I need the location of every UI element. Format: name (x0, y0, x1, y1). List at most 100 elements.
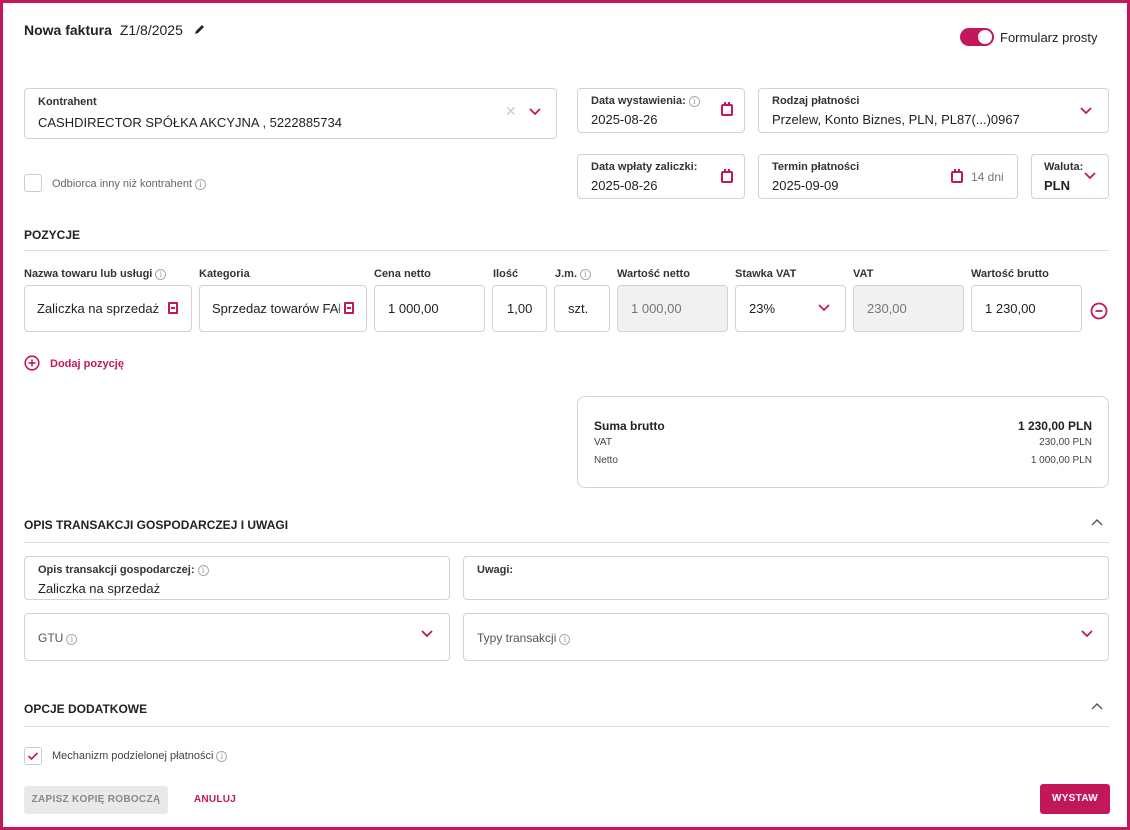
remove-position-icon[interactable] (1090, 302, 1108, 320)
payment-type-label: Rodzaj płatności (772, 95, 860, 107)
contractor-label: Kontrahent (38, 96, 97, 108)
advance-date-value: 2025-08-26 (591, 178, 658, 193)
advance-date-label: Data wpłaty zaliczki: (591, 161, 698, 173)
col-category-header: Kategoria (199, 268, 250, 280)
info-icon[interactable]: i (197, 565, 209, 576)
item-name-value: Zaliczka na sprzedaż (37, 301, 160, 316)
cancel-button[interactable]: ANULUJ (185, 786, 245, 814)
save-draft-button[interactable]: ZAPISZ KOPIĘ ROBOCZĄ (24, 786, 168, 814)
check-icon (27, 752, 39, 761)
toggle-knob (978, 30, 992, 44)
chevron-down-icon[interactable] (1080, 629, 1094, 639)
summary-net-label: Netto (594, 455, 618, 466)
chevron-down-icon[interactable] (817, 303, 831, 313)
recipient-checkbox-label: Odbiorca inny niż kontrahent i (52, 178, 207, 190)
calendar-icon[interactable] (721, 102, 733, 116)
plus-circle-icon (24, 355, 40, 371)
transaction-types-label: Typy transakcji i (477, 631, 571, 645)
summary-gross-label: Suma brutto (594, 419, 665, 433)
summary-vat-value: 230,00 PLN (1039, 437, 1092, 448)
item-unit-value: szt. (568, 301, 589, 316)
chevron-down-icon[interactable] (1083, 171, 1097, 181)
chevron-down-icon[interactable] (1079, 106, 1093, 116)
transaction-types-select[interactable]: Typy transakcji i (463, 613, 1109, 661)
divider (24, 726, 1109, 727)
info-icon[interactable]: i (195, 179, 207, 190)
col-unit-header: J.m. i (555, 268, 592, 280)
page-title: Nowa faktura Z1/8/2025 (24, 22, 183, 38)
item-unit-input[interactable]: szt. (554, 285, 610, 332)
info-icon[interactable]: i (66, 634, 78, 645)
item-quantity-value: 1,00 (507, 301, 533, 316)
title-text: Nowa faktura (24, 22, 112, 38)
issue-date-field[interactable]: Data wystawienia: i 2025-08-26 (577, 88, 745, 133)
issue-date-value: 2025-08-26 (591, 112, 658, 127)
item-quantity-input[interactable]: 1,00 (492, 285, 547, 332)
chevron-up-icon[interactable] (1090, 517, 1104, 527)
item-category-input[interactable]: Sprzedaz towarów FAł (199, 285, 367, 332)
summary-net-value: 1 000,00 PLN (1030, 455, 1092, 466)
recipient-checkbox[interactable] (24, 174, 42, 192)
issue-date-label: Data wystawienia: i (591, 95, 700, 107)
item-net-value: 1 000,00 (631, 301, 682, 316)
chevron-down-icon[interactable] (420, 629, 434, 639)
item-category-value: Sprzedaz towarów FAł (212, 301, 340, 316)
payment-type-value: Przelew, Konto Biznes, PLN, PL87(...)096… (772, 112, 1020, 127)
item-net-price-value: 1 000,00 (388, 301, 439, 316)
clear-icon[interactable]: ✕ (505, 103, 517, 120)
chevron-down-icon[interactable] (528, 107, 542, 117)
calendar-icon[interactable] (721, 169, 733, 183)
divider (24, 250, 1109, 251)
info-icon[interactable]: i (155, 269, 167, 280)
gtu-select[interactable]: GTU i (24, 613, 450, 661)
payment-type-select[interactable]: Rodzaj płatności Przelew, Konto Biznes, … (758, 88, 1109, 133)
pencil-icon[interactable] (193, 23, 206, 36)
notes-input[interactable]: Uwagi: (463, 556, 1109, 600)
summary-gross-value: 1 230,00 PLN (1017, 419, 1092, 433)
split-payment-checkbox[interactable] (24, 747, 42, 765)
item-net-price-input[interactable]: 1 000,00 (374, 285, 485, 332)
currency-select[interactable]: Waluta: PLN (1031, 154, 1109, 199)
item-name-input[interactable]: Zaliczka na sprzedaż (24, 285, 192, 332)
summary-box: Suma brutto 1 230,00 PLN VAT 230,00 PLN … (577, 396, 1109, 488)
col-gross-value-header: Wartość brutto (971, 268, 1049, 280)
catalog-icon[interactable] (168, 302, 178, 314)
gtu-label: GTU i (38, 631, 78, 645)
catalog-icon[interactable] (344, 302, 354, 314)
payment-term-field[interactable]: Termin płatności 2025-09-09 14 dni (758, 154, 1018, 199)
invoice-number: Z1/8/2025 (119, 22, 183, 38)
col-vat-header: VAT (853, 268, 874, 280)
info-icon[interactable]: i (559, 634, 571, 645)
payment-term-value: 2025-09-09 (772, 178, 839, 193)
info-icon[interactable]: i (688, 96, 700, 107)
simple-form-label: Formularz prosty (1000, 30, 1098, 45)
item-vat-rate-select[interactable]: 23% (735, 285, 846, 332)
currency-value: PLN (1044, 178, 1070, 193)
item-net-value-field: 1 000,00 (617, 285, 728, 332)
col-quantity-header: Ilość (493, 268, 519, 280)
chevron-up-icon[interactable] (1090, 701, 1104, 711)
item-gross-value: 1 230,00 (985, 301, 1036, 316)
options-section-title: OPCJE DODATKOWE (24, 702, 148, 716)
add-position-label: Dodaj pozycję (50, 358, 124, 370)
contractor-value: CASHDIRECTOR SPÓŁKA AKCYJNA , 5222885734 (38, 115, 342, 130)
calendar-icon[interactable] (951, 169, 963, 183)
positions-section-title: POZYCJE (24, 228, 81, 242)
item-gross-value-input[interactable]: 1 230,00 (971, 285, 1082, 332)
issue-button[interactable]: WYSTAW (1040, 784, 1110, 814)
item-vat-rate-value: 23% (749, 301, 776, 316)
info-icon[interactable]: i (216, 751, 228, 762)
payment-term-label: Termin płatności (772, 161, 860, 173)
description-input[interactable]: Opis transakcji gospodarczej: i Zaliczka … (24, 556, 450, 600)
description-section-title: OPIS TRANSAKCJI GOSPODARCZEJ I UWAGI (24, 518, 289, 532)
description-value: Zaliczka na sprzedaż (38, 581, 161, 596)
col-vat-rate-header: Stawka VAT (735, 268, 797, 280)
notes-label: Uwagi: (477, 564, 514, 576)
item-vat-field: 230,00 (853, 285, 964, 332)
contractor-select[interactable]: Kontrahent CASHDIRECTOR SPÓŁKA AKCYJNA ,… (24, 88, 557, 139)
col-name-header: Nazwa towaru lub usługi i (24, 268, 167, 280)
simple-form-toggle[interactable] (960, 28, 994, 46)
currency-label: Waluta: (1044, 161, 1084, 173)
advance-date-field[interactable]: Data wpłaty zaliczki: 2025-08-26 (577, 154, 745, 199)
info-icon[interactable]: i (580, 269, 592, 280)
